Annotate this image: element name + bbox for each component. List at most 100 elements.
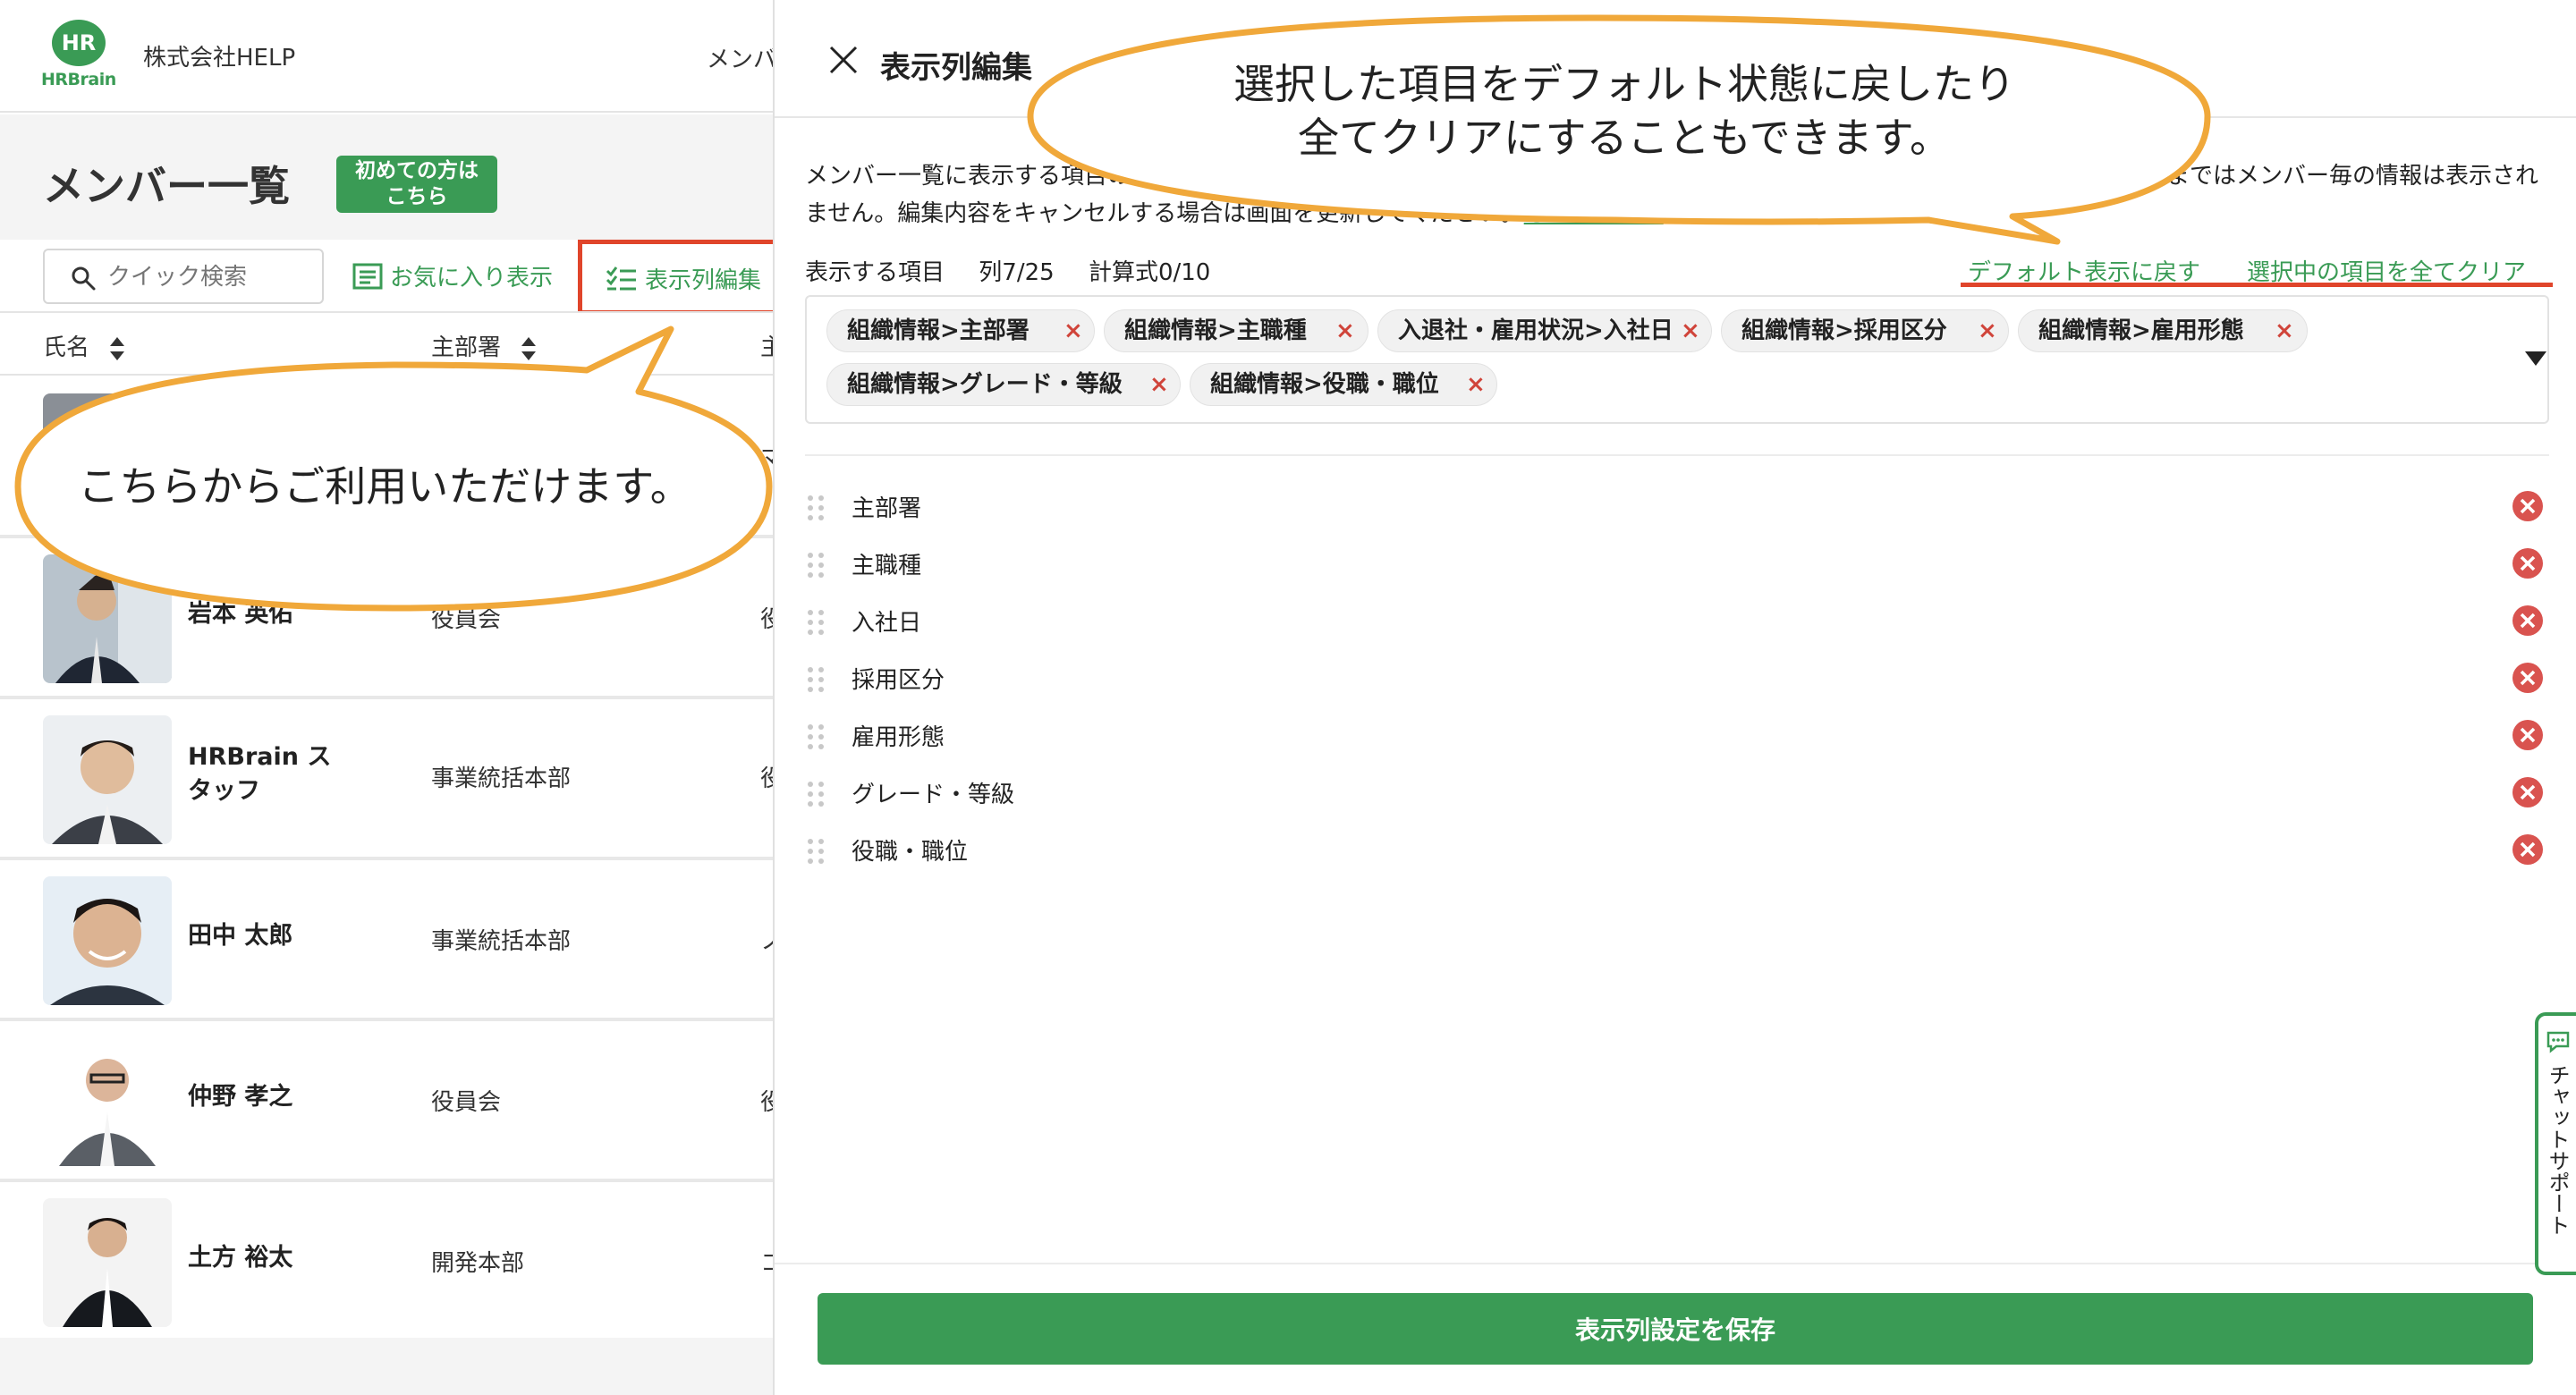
hrbrain-logo[interactable]: HR HRBrain [41, 20, 116, 95]
list-toolbar: お気に入り表示 表示列編集 [0, 240, 773, 315]
quick-search-box[interactable] [43, 249, 324, 304]
right-callout-line2: 全てクリアにすることもできます。 [1297, 114, 1952, 162]
chip-remove-icon[interactable]: × [1149, 364, 1169, 405]
avatar [43, 1037, 172, 1166]
page-title: メンバー一覧 [43, 162, 290, 210]
highlight-underline [1961, 283, 2553, 287]
chip-label: 組織情報>雇用形態 [2038, 317, 2244, 344]
chip-remove-icon[interactable]: × [1335, 310, 1355, 351]
member-name[interactable]: HRBrain ス タッフ [188, 740, 331, 808]
chip-remove-icon[interactable]: × [1978, 310, 1997, 351]
table-row[interactable]: 土方 裕太 開発本部 コ [0, 1182, 773, 1343]
chip-label: 入退社・雇用状況>入社日 [1398, 317, 1674, 344]
drag-handle-icon[interactable] [805, 780, 826, 808]
member-extra: 役 [760, 1089, 773, 1116]
list-item[interactable]: 主部署 [805, 478, 2549, 535]
logo-mark: HR [52, 20, 106, 66]
drag-handle-icon[interactable] [805, 837, 826, 866]
remove-circle-icon[interactable] [2512, 776, 2544, 808]
remove-circle-icon[interactable] [2512, 490, 2544, 522]
chip: 組織情報>グレード・等級 × [826, 363, 1181, 406]
drag-handle-icon[interactable] [805, 608, 826, 637]
chip: 組織情報>採用区分 × [1721, 309, 2009, 352]
avatar [43, 876, 172, 1005]
table-row[interactable]: 田中 太郎 事業統括本部 ノ [0, 860, 773, 1021]
remove-circle-icon[interactable] [2512, 662, 2544, 694]
column-edit-label: 表示列編集 [645, 267, 762, 294]
chip-remove-icon[interactable]: × [1466, 364, 1486, 405]
table-row[interactable]: 仲野 孝之 役員会 役 [0, 1021, 773, 1182]
footer-divider [775, 1263, 2576, 1264]
item-label: 役職・職位 [852, 839, 969, 866]
drag-handle-icon[interactable] [805, 494, 826, 522]
quick-search-input[interactable] [107, 261, 313, 293]
item-label: 主部署 [852, 495, 922, 522]
member-extra: ノ [760, 928, 773, 955]
favorites-label: お気に入り表示 [390, 265, 554, 292]
logo-word: HRBrain [41, 70, 116, 89]
drag-handle-icon[interactable] [805, 723, 826, 751]
chip-label: 組織情報>主部署 [847, 317, 1030, 344]
first-time-guide-button[interactable]: 初めての方は こちら [336, 156, 497, 213]
remove-circle-icon[interactable] [2512, 833, 2544, 866]
item-label: 雇用形態 [852, 724, 945, 751]
member-extra: 役 [760, 765, 773, 792]
favorites-view-button[interactable]: お気に入り表示 [352, 259, 553, 295]
drag-handle-icon[interactable] [805, 551, 826, 579]
chip-remove-icon[interactable]: × [1681, 310, 1700, 351]
drawer-title: 表示列編集 [880, 50, 1032, 86]
selection-counts: 表示する項目 列7/25 計算式0/10 [805, 254, 1237, 287]
member-extra: コ [760, 1250, 773, 1277]
drag-handle-icon[interactable] [805, 665, 826, 694]
remove-circle-icon[interactable] [2512, 719, 2544, 751]
first-badge-line2: こちら [386, 185, 448, 208]
item-label: グレード・等級 [852, 782, 1015, 808]
checklist-icon [606, 266, 636, 290]
item-label: 入社日 [852, 610, 922, 637]
chip: 組織情報>主職種 × [1104, 309, 1368, 352]
app-header: HR HRBrain 株式会社HELP メンバ [0, 0, 773, 113]
divider [805, 454, 2549, 456]
member-dept: 事業統括本部 [431, 928, 572, 955]
list-item[interactable]: グレード・等級 [805, 764, 2549, 821]
remove-circle-icon[interactable] [2512, 547, 2544, 579]
avatar [43, 1198, 172, 1327]
list-item[interactable]: 雇用形態 [805, 706, 2549, 764]
formulas-count: 計算式0/10 [1088, 259, 1211, 286]
selected-columns-select[interactable]: 組織情報>主部署 × 組織情報>主職種 × 入退社・雇用状況>入社日 × 組織情報>採… [805, 295, 2549, 424]
chip: 入退社・雇用状況>入社日 × [1377, 309, 1712, 352]
member-name[interactable]: 仲野 孝之 [188, 1080, 292, 1114]
first-badge-line1: 初めての方は [355, 159, 479, 182]
right-callout-line1: 選択した項目をデフォルト状態に戻したり [1233, 60, 2015, 108]
member-list-page: HR HRBrain 株式会社HELP メンバ メンバー一覧 初めての方は こち… [0, 0, 773, 1395]
chip-remove-icon[interactable]: × [2275, 310, 2294, 351]
list-item[interactable]: 採用区分 [805, 649, 2549, 706]
item-label: 主職種 [852, 553, 922, 579]
chip: 組織情報>主部署 × [826, 309, 1095, 352]
chip: 組織情報>雇用形態 × [2018, 309, 2308, 352]
header-nav-members[interactable]: メンバ [707, 41, 773, 74]
save-column-settings-button[interactable]: 表示列設定を保存 [818, 1293, 2533, 1365]
member-name[interactable]: 土方 裕太 [188, 1241, 292, 1275]
avatar [43, 715, 172, 844]
column-edit-button[interactable]: 表示列編集 [578, 240, 773, 315]
chip-label: 組織情報>採用区分 [1741, 317, 1947, 344]
list-item[interactable]: 役職・職位 [805, 821, 2549, 878]
member-dept: 事業統括本部 [431, 765, 572, 792]
chevron-down-icon[interactable] [2524, 351, 2547, 367]
member-name[interactable]: 田中 太郎 [188, 919, 292, 953]
table-row[interactable]: HRBrain ス タッフ 事業統括本部 役 [0, 699, 773, 860]
member-dept: 役員会 [431, 1089, 502, 1116]
chip-label: 組織情報>主職種 [1124, 317, 1307, 344]
list-item[interactable]: 入社日 [805, 592, 2549, 649]
remove-circle-icon[interactable] [2512, 604, 2544, 637]
company-name: 株式会社HELP [143, 45, 296, 72]
left-callout-text: こちらからご利用いただけます。 [78, 462, 691, 511]
close-icon[interactable] [828, 45, 859, 75]
list-item[interactable]: 主職種 [805, 535, 2549, 592]
chat-support-tab[interactable]: チャットサポート [2535, 1012, 2576, 1275]
item-label: 採用区分 [852, 667, 945, 694]
chat-support-label: チャットサポート [2545, 1064, 2570, 1236]
chip-remove-icon[interactable]: × [1063, 310, 1083, 351]
chat-bubble-icon [2546, 1031, 2570, 1053]
